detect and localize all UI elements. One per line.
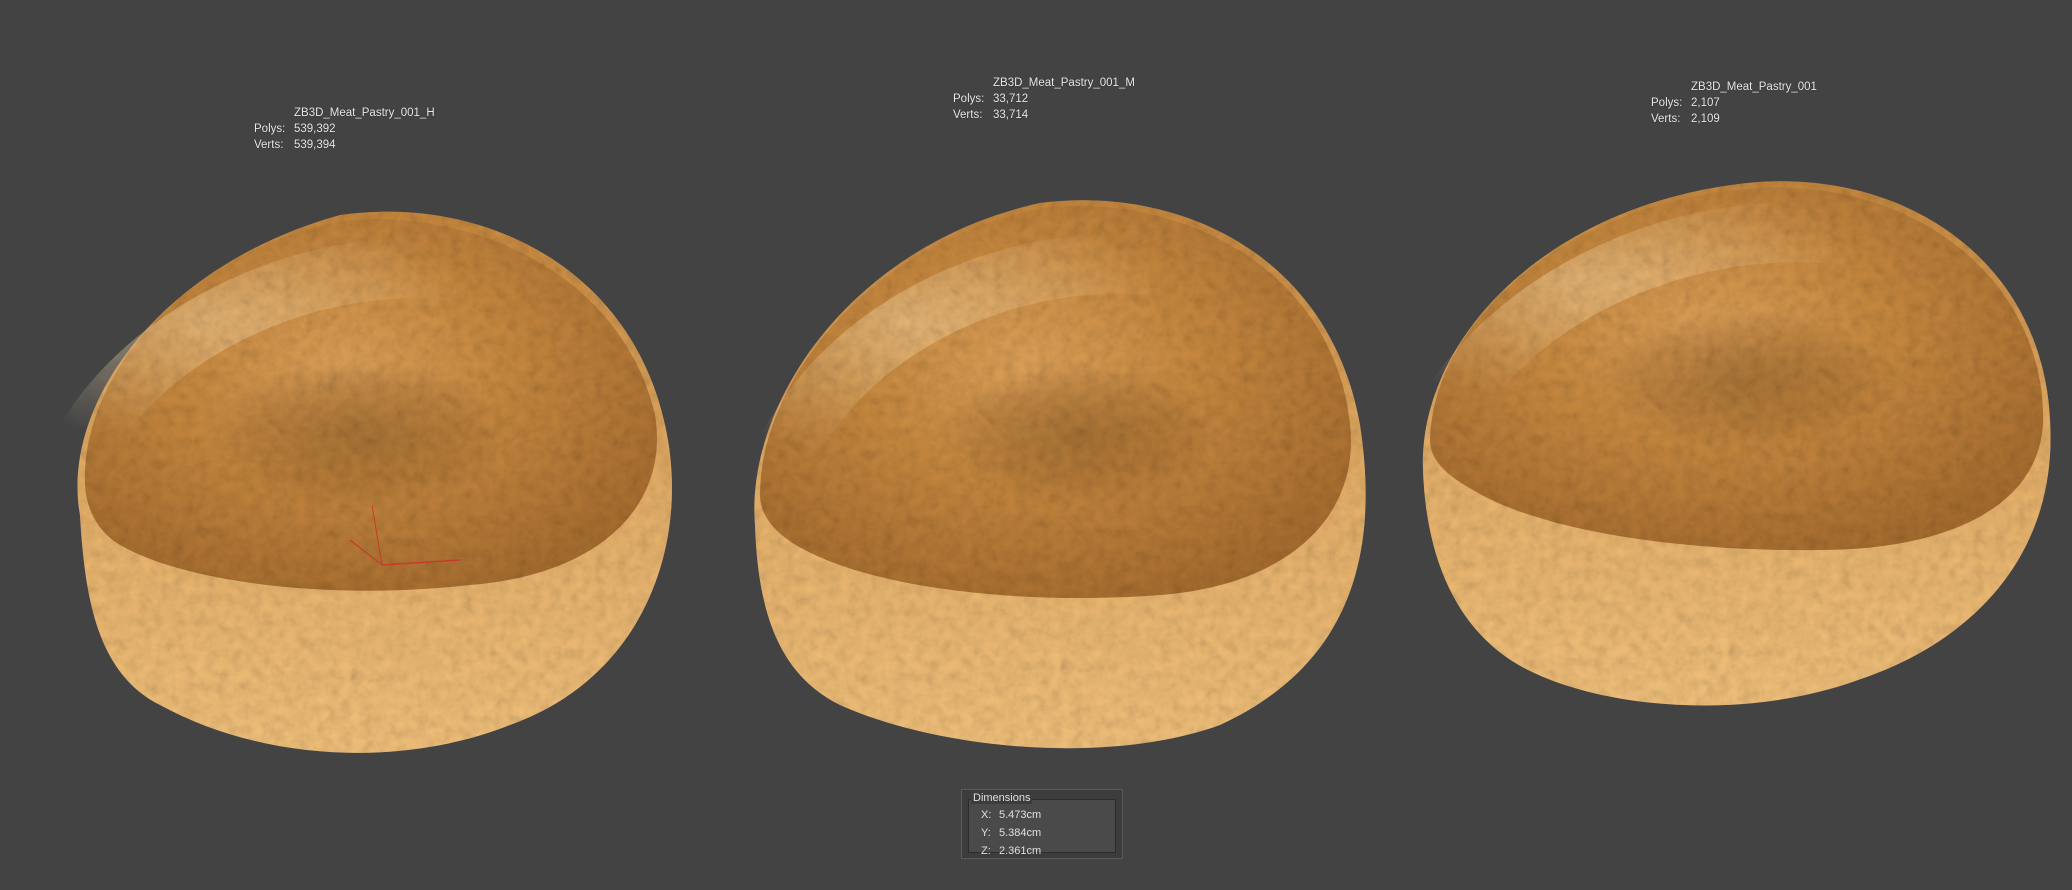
- polys-value: 33,712: [993, 93, 1029, 105]
- model-name: ZB3D_Meat_Pastry_001_M: [993, 77, 1135, 89]
- model-stats-high: ZB3D_Meat_Pastry_001_H Polys: 539,392 Ver…: [254, 105, 435, 153]
- dim-z-label: Z:: [981, 845, 991, 857]
- model-name: ZB3D_Meat_Pastry_001_H: [294, 107, 435, 119]
- verts-value: 2,109: [1691, 113, 1720, 125]
- dim-x-value: 5.473cm: [999, 809, 1042, 821]
- dim-y-value: 5.384cm: [999, 827, 1042, 839]
- verts-label: Verts:: [953, 109, 983, 121]
- verts-value: 539,394: [294, 139, 336, 151]
- model-stats-low: ZB3D_Meat_Pastry_001 Polys: 2,107 Verts: 2…: [1651, 79, 1817, 127]
- model-stats-medium: ZB3D_Meat_Pastry_001_M Polys: 33,712 Vert…: [953, 75, 1135, 123]
- pastry-model-low[interactable]: [1418, 180, 2058, 725]
- pastry-model-medium[interactable]: [750, 195, 1370, 755]
- polys-label: Polys:: [953, 93, 985, 105]
- dim-z-value: 2.361cm: [999, 845, 1042, 857]
- dim-y-label: Y:: [981, 827, 991, 839]
- polys-label: Polys:: [254, 123, 286, 135]
- verts-label: Verts:: [254, 139, 284, 151]
- dimensions-title: Dimensions: [971, 792, 1033, 804]
- verts-label: Verts:: [1651, 113, 1681, 125]
- polys-value: 539,392: [294, 123, 336, 135]
- 3d-viewport[interactable]: ZB3D_Meat_Pastry_001_H Polys: 539,392 Ver…: [0, 0, 2072, 890]
- verts-value: 33,714: [993, 109, 1029, 121]
- polys-value: 2,107: [1691, 97, 1720, 109]
- pastry-model-high[interactable]: [40, 205, 680, 775]
- dim-x-label: X:: [981, 809, 992, 821]
- polys-label: Polys:: [1651, 97, 1683, 109]
- dimensions-panel: X: 5.473cm Y: 5.384cm Z: 2.361cm Dimensions: [961, 789, 1123, 859]
- model-name: ZB3D_Meat_Pastry_001: [1691, 81, 1817, 93]
- dimensions-values: X: 5.473cm Y: 5.384cm Z: 2.361cm: [968, 799, 1116, 857]
